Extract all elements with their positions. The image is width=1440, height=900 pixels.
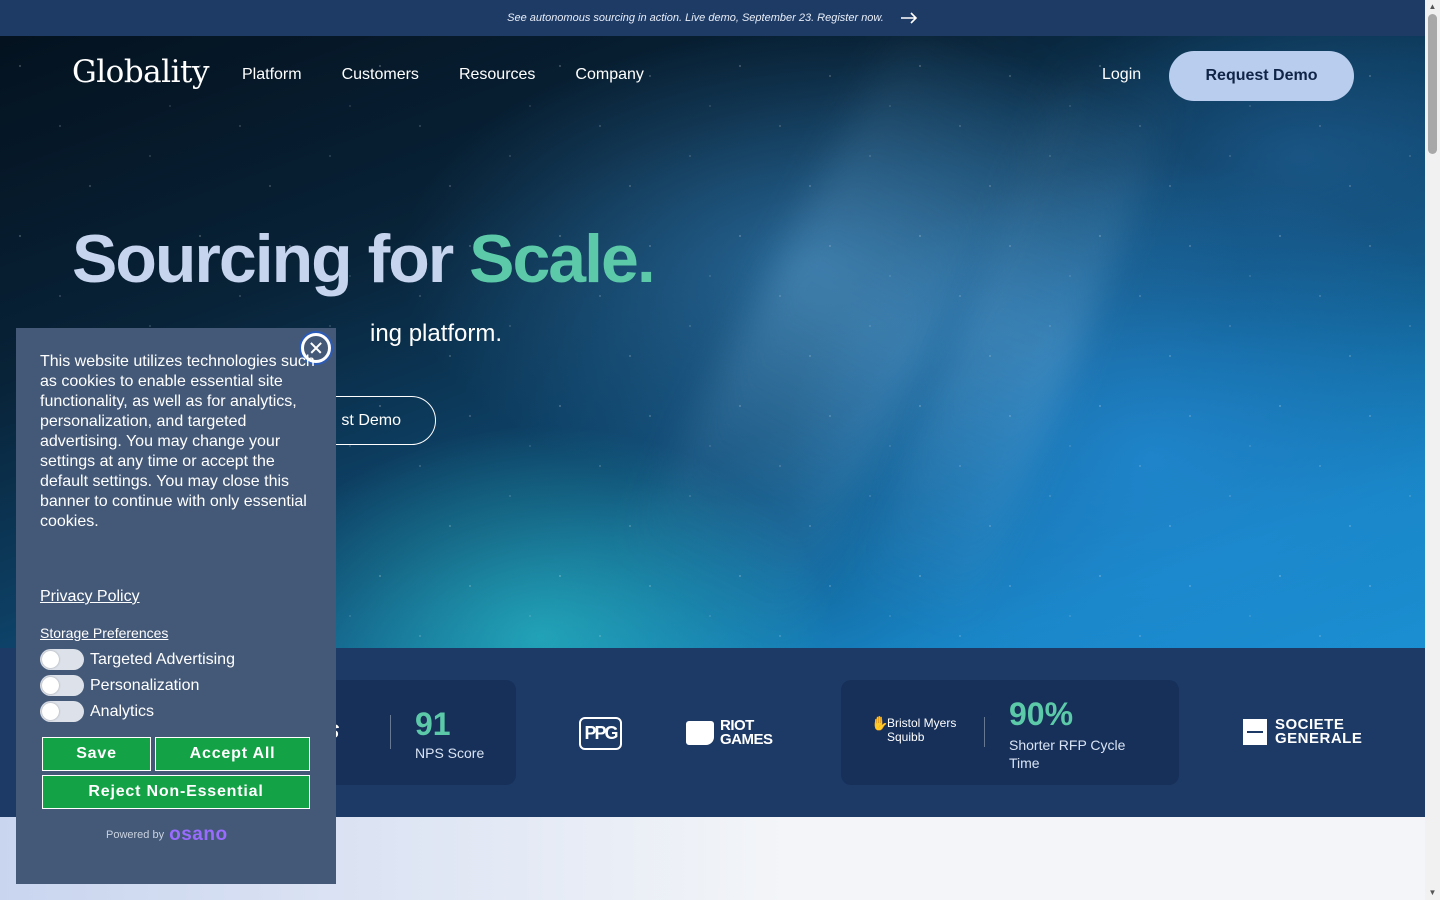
request-demo-button[interactable]: Request Demo — [1169, 51, 1354, 101]
hero-subline-text: ing platform. — [370, 320, 503, 347]
analytics-toggle[interactable] — [40, 701, 84, 722]
arrow-right-icon[interactable] — [900, 12, 918, 24]
osano-logo: osano — [169, 824, 228, 845]
toggle-row-personalization: Personalization — [40, 675, 199, 696]
riot-line2: GAMES — [720, 731, 773, 748]
toggle-row-analytics: Analytics — [40, 701, 154, 722]
divider — [984, 717, 985, 747]
toggle-row-targeted-advertising: Targeted Advertising — [40, 649, 235, 670]
nav-link-resources[interactable]: Resources — [459, 66, 535, 84]
nav-link-company[interactable]: Company — [575, 66, 643, 84]
scroll-down-arrow-icon[interactable]: ▼ — [1428, 888, 1437, 897]
cookie-description: This website utilizes technologies such … — [40, 353, 315, 530]
page-scrollbar[interactable]: ▲ ▼ — [1425, 0, 1440, 900]
save-button[interactable]: Save — [42, 737, 151, 771]
storage-preferences-link[interactable]: Storage Preferences — [40, 625, 168, 641]
powered-by-osano[interactable]: Powered by osano — [106, 824, 228, 846]
divider — [390, 715, 391, 749]
riot-fist-icon — [686, 721, 714, 745]
stat-value: 91 — [415, 706, 451, 742]
hero-headline: Sourcing for Scale. — [72, 220, 656, 298]
globality-logo[interactable]: Globality — [72, 54, 209, 90]
privacy-policy-link[interactable]: Privacy Policy — [40, 588, 140, 606]
nav-link-platform[interactable]: Platform — [242, 66, 302, 84]
stat-label: NPS Score — [415, 745, 485, 761]
nav-links: Platform Customers Resources Company — [242, 66, 644, 84]
toggle-label: Targeted Advertising — [90, 650, 235, 668]
riot-games-logo: RIOT GAMES — [686, 718, 773, 748]
targeted-advertising-toggle[interactable] — [40, 649, 84, 670]
socgen-line2: GENERALE — [1275, 730, 1363, 747]
scrollbar-thumb[interactable] — [1428, 14, 1437, 154]
ppg-logo: PPG — [579, 717, 622, 750]
scroll-up-arrow-icon[interactable]: ▲ — [1428, 2, 1437, 11]
hand-icon: ✋ — [871, 715, 889, 731]
toggle-label: Analytics — [90, 702, 155, 720]
announcement-text[interactable]: See autonomous sourcing in action. Live … — [507, 12, 884, 24]
main-nav: Globality Platform Customers Resources C… — [0, 36, 1425, 116]
societe-generale-logo: SOCIETE GENERALE — [1243, 717, 1363, 747]
headline-main: Sourcing for — [72, 221, 470, 297]
bristol-myers-squibb-logo: ✋ Bristol Myers Squibb — [871, 716, 956, 744]
bms-line2: Squibb — [887, 730, 925, 744]
powered-by-label: Powered by — [106, 829, 165, 841]
socgen-square-icon — [1243, 719, 1267, 745]
reject-non-essential-button[interactable]: Reject Non-Essential — [42, 775, 310, 809]
login-link[interactable]: Login — [1102, 66, 1141, 84]
toggle-label: Personalization — [90, 676, 200, 694]
stat-label: Shorter RFP Cycle Time — [1009, 737, 1126, 771]
stat-value: 90% — [1009, 696, 1074, 732]
announcement-bar[interactable]: See autonomous sourcing in action. Live … — [0, 0, 1425, 36]
personalization-toggle[interactable] — [40, 675, 84, 696]
stat-card-rfp: ✋ Bristol Myers Squibb 90% Shorter RFP C… — [841, 680, 1179, 785]
headline-accent: Scale. — [469, 221, 656, 297]
cookie-consent-banner: This website utilizes technologies such … — [16, 328, 336, 884]
hero-subline: ing platform. — [370, 320, 502, 348]
accept-all-button[interactable]: Accept All — [155, 737, 310, 771]
nav-link-customers[interactable]: Customers — [342, 66, 419, 84]
